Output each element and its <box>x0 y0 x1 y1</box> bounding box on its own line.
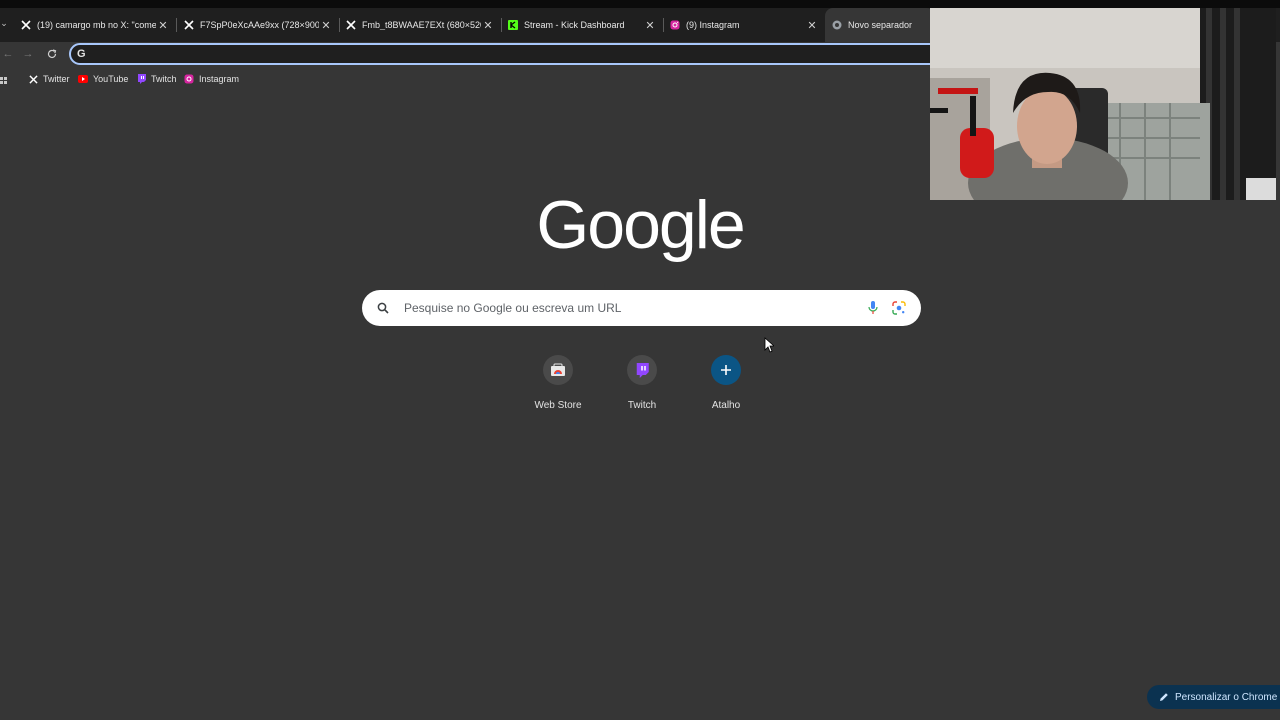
tab-label: Novo separador <box>848 20 913 30</box>
tab-label: Fmb_t8BWAAE7EXt (680×520) <box>362 20 481 30</box>
reload-icon[interactable] <box>44 46 60 62</box>
google-g-icon: G <box>77 48 86 60</box>
kick-logo-icon <box>507 19 519 31</box>
close-icon[interactable]: ✕ <box>805 18 819 32</box>
tab-camargo[interactable]: (19) camargo mb no X: "começ ✕ <box>14 8 176 42</box>
tab-instagram[interactable]: (9) Instagram ✕ <box>663 8 825 42</box>
close-icon[interactable]: ✕ <box>481 18 495 32</box>
x-logo-icon <box>20 19 32 31</box>
x-logo-icon <box>345 19 357 31</box>
bookmark-label: Twitch <box>151 74 177 84</box>
window-top-strip <box>0 0 1280 8</box>
shortcut-twitch[interactable]: Twitch <box>599 352 683 418</box>
mouse-cursor-icon <box>764 337 776 353</box>
webcam-overlay <box>930 8 1276 200</box>
pencil-icon <box>1159 692 1169 702</box>
tab-label: (9) Instagram <box>686 20 740 30</box>
close-icon[interactable]: ✕ <box>643 18 657 32</box>
customize-label: Personalizar o Chrome <box>1175 691 1278 703</box>
shortcut-label: Web Store <box>534 400 582 411</box>
bookmark-twitch[interactable]: Twitch <box>136 72 177 86</box>
shortcut-label: Atalho <box>711 400 741 411</box>
tab-image-2[interactable]: Fmb_t8BWAAE7EXt (680×520) ✕ <box>339 8 501 42</box>
address-input[interactable] <box>93 47 798 61</box>
tab-search-chevron-icon[interactable]: ⌄ <box>0 17 8 29</box>
bookmark-instagram[interactable]: Instagram <box>184 72 239 86</box>
x-logo-icon <box>183 19 195 31</box>
tab-label: Stream - Kick Dashboard <box>524 20 625 30</box>
twitch-logo-icon <box>627 355 657 385</box>
search-input[interactable] <box>402 300 846 316</box>
web-store-icon <box>543 355 573 385</box>
bookmark-label: Twitter <box>43 74 70 84</box>
search-box[interactable] <box>362 290 921 326</box>
shortcut-web-store[interactable]: Web Store <box>515 352 599 418</box>
customize-chrome-button[interactable]: Personalizar o Chrome <box>1147 685 1280 709</box>
bookmark-label: YouTube <box>93 74 129 84</box>
address-bar[interactable]: G <box>69 43 949 65</box>
microphone-icon[interactable] <box>866 300 880 316</box>
google-logo: Google <box>536 187 745 263</box>
back-arrow-icon[interactable]: ← <box>0 46 16 62</box>
bookmark-label: Instagram <box>199 74 240 84</box>
close-icon[interactable]: ✕ <box>319 18 333 32</box>
close-icon[interactable]: ✕ <box>156 18 170 32</box>
apps-grid-icon[interactable] <box>0 74 8 84</box>
forward-arrow-icon[interactable]: → <box>20 46 36 62</box>
bookmark-twitter[interactable]: Twitter <box>28 72 70 86</box>
google-lens-icon[interactable] <box>892 301 906 315</box>
twitch-logo-icon <box>136 74 146 84</box>
tab-kick-dashboard[interactable]: Stream - Kick Dashboard ✕ <box>501 8 663 42</box>
tab-label: F7SpP0eXcAAe9xx (728×900) <box>200 20 319 30</box>
tab-label: (19) camargo mb no X: "começ <box>37 20 156 30</box>
add-shortcut-button[interactable]: Atalho <box>683 352 767 418</box>
plus-icon <box>711 355 741 385</box>
x-logo-icon <box>28 74 38 84</box>
chrome-logo-icon <box>831 19 843 31</box>
tab-new-tab[interactable]: Novo separador <box>825 8 935 42</box>
search-icon <box>376 301 390 315</box>
bookmark-youtube[interactable]: YouTube <box>78 72 128 86</box>
shortcut-label: Twitch <box>627 400 657 411</box>
youtube-logo-icon <box>78 74 88 84</box>
tab-image-1[interactable]: F7SpP0eXcAAe9xx (728×900) ✕ <box>177 8 339 42</box>
instagram-logo-icon <box>184 74 194 84</box>
instagram-logo-icon <box>669 19 681 31</box>
